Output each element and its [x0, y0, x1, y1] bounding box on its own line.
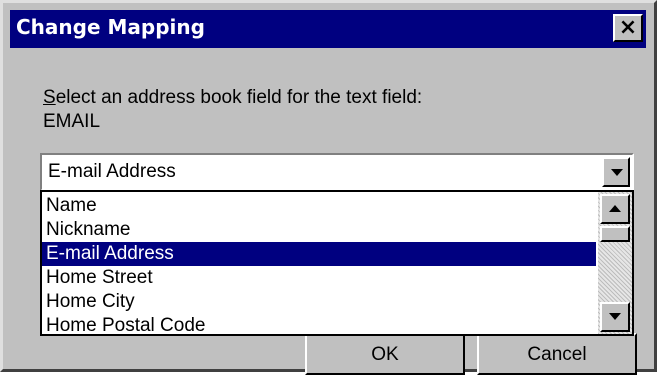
prompt-text: elect an address book field for the text…: [55, 87, 423, 108]
list-item[interactable]: Home City: [42, 290, 596, 314]
text-field-name: EMAIL: [43, 111, 101, 132]
scroll-down-button[interactable]: [600, 302, 630, 332]
scroll-up-button[interactable]: [600, 194, 630, 224]
scroll-thumb[interactable]: [600, 226, 630, 242]
arrow-down-icon: [609, 313, 621, 320]
change-mapping-dialog: Change Mapping × Select an address book …: [0, 0, 657, 375]
title-bar[interactable]: Change Mapping ×: [10, 10, 646, 48]
close-button[interactable]: ×: [613, 14, 643, 42]
close-icon: ×: [618, 15, 638, 40]
dropdown-list[interactable]: Name Nickname E-mail Address Home Street…: [40, 190, 634, 336]
ok-button[interactable]: OK: [305, 333, 465, 375]
list-item[interactable]: Name: [42, 194, 596, 218]
dropdown-value: E-mail Address: [48, 161, 176, 182]
dialog-title: Change Mapping: [16, 15, 205, 39]
list-item-selected[interactable]: E-mail Address: [42, 242, 596, 266]
prompt-label: Select an address book field for the tex…: [43, 87, 422, 109]
list-item[interactable]: Home Street: [42, 266, 596, 290]
list-item[interactable]: Nickname: [42, 218, 596, 242]
list-scrollbar[interactable]: [598, 192, 632, 334]
prompt-accelerator: S: [43, 87, 56, 108]
address-field-dropdown[interactable]: E-mail Address: [40, 153, 634, 191]
chevron-down-icon: [611, 169, 623, 176]
cancel-button[interactable]: Cancel: [477, 333, 637, 375]
arrow-up-icon: [609, 205, 621, 212]
dropdown-arrow-button[interactable]: [602, 157, 630, 187]
list-item[interactable]: Home Postal Code: [42, 314, 596, 334]
